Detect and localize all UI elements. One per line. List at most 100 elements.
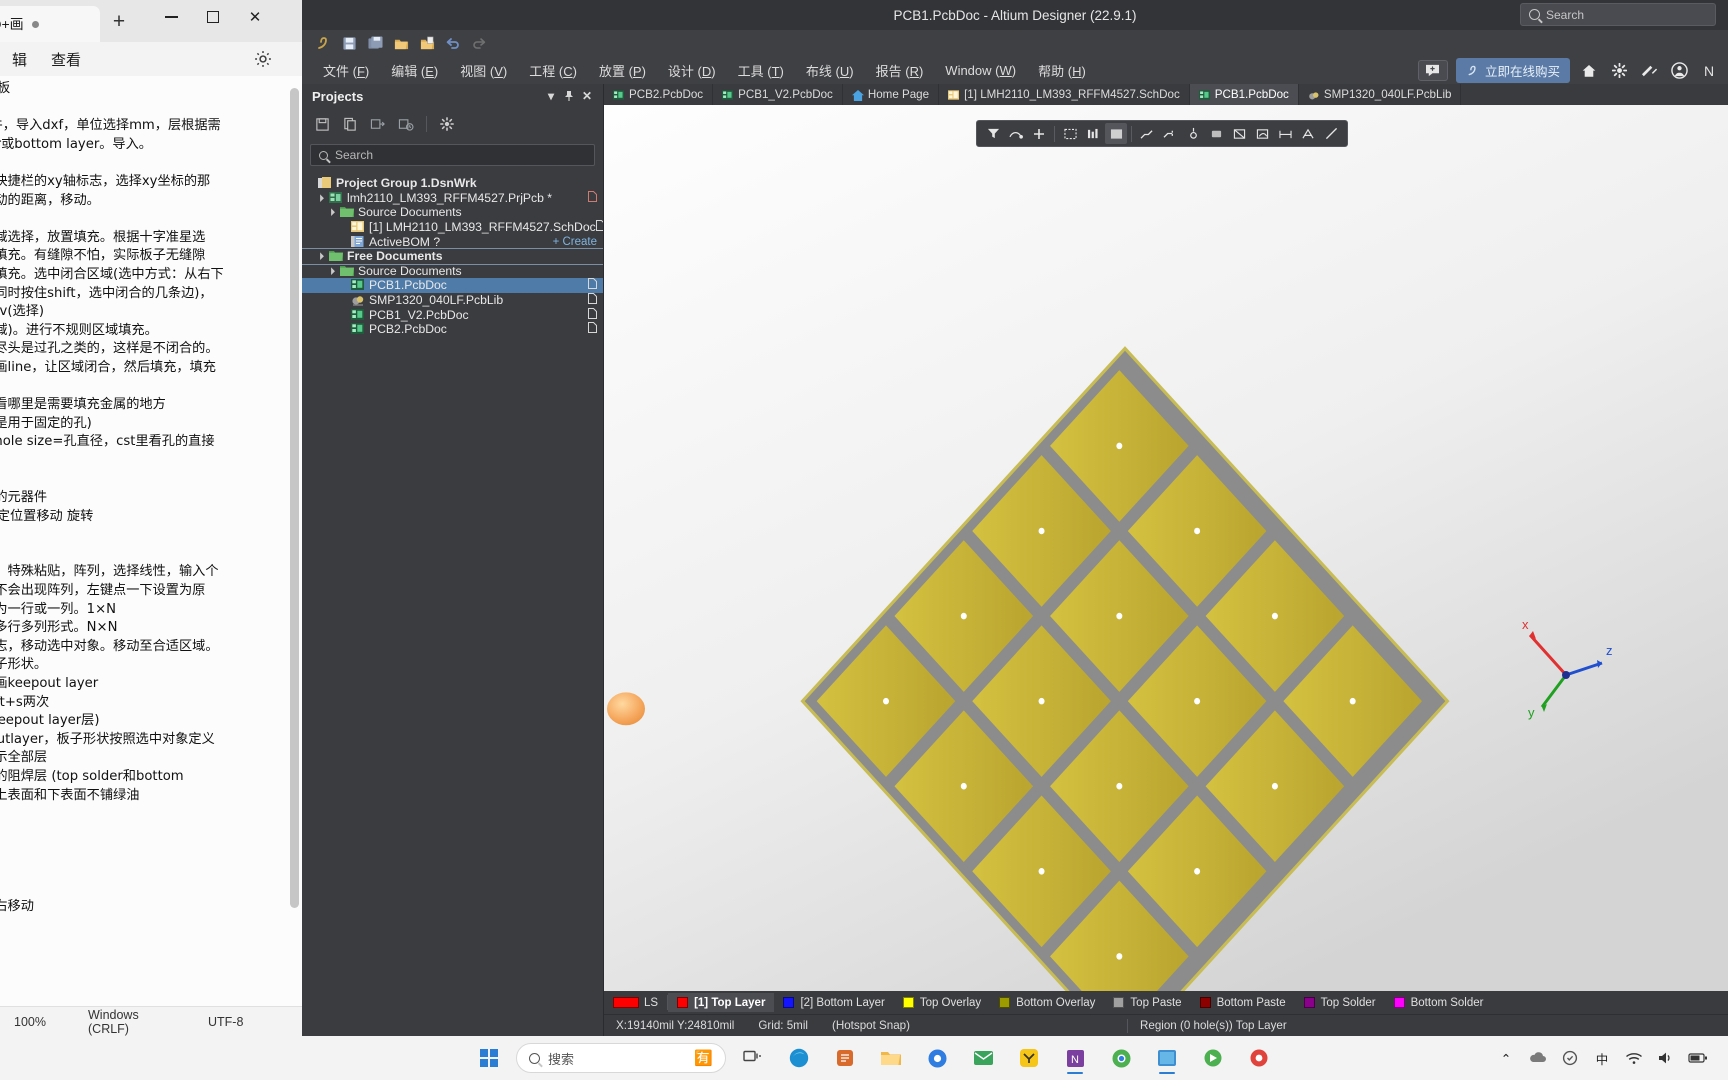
layer-tab[interactable]: Top Paste [1104, 993, 1190, 1012]
menu-window[interactable]: Window (W) [934, 63, 1027, 78]
document-status-icon[interactable] [588, 190, 597, 205]
battery-icon[interactable] [1688, 1048, 1708, 1068]
pin-icon[interactable] [561, 87, 577, 104]
menu-view[interactable]: 视图 (V) [449, 61, 518, 80]
via-icon[interactable] [1182, 123, 1204, 144]
minimize-button[interactable] [148, 0, 194, 34]
expand-arrow-icon[interactable]: ◢ [314, 250, 327, 263]
text-icon[interactable] [1297, 123, 1319, 144]
home-icon[interactable] [1578, 60, 1600, 82]
task-view-icon[interactable] [734, 1041, 772, 1075]
tree-item[interactable]: ◢ Source Documents [302, 264, 603, 279]
menu-reports[interactable]: 报告 (R) [865, 61, 935, 80]
altium-icon[interactable] [1148, 1041, 1186, 1075]
document-status-icon[interactable] [588, 322, 597, 336]
menu-design[interactable]: 设计 (D) [657, 61, 727, 80]
global-search-box[interactable]: Search [1520, 3, 1716, 26]
redo-icon[interactable] [468, 33, 490, 53]
store-icon[interactable] [826, 1041, 864, 1075]
save-icon[interactable] [338, 33, 360, 53]
misc-icon[interactable] [1194, 1041, 1232, 1075]
editor-line-ending[interactable]: Windows (CRLF) [74, 1008, 194, 1036]
document-status-icon[interactable] [588, 278, 597, 292]
close-button[interactable]: ✕ [232, 0, 278, 34]
expand-arrow-icon[interactable]: ◢ [325, 206, 338, 219]
chevron-up-icon[interactable]: ⌃ [1496, 1048, 1516, 1068]
polygon-icon[interactable] [1228, 123, 1250, 144]
menu-help[interactable]: 帮助 (H) [1027, 61, 1097, 80]
filter-icon[interactable] [982, 123, 1004, 144]
editor-text-area[interactable]: emo板 b文件，导入dxf，单位选择mm，层根据需 layer或bottom … [0, 76, 302, 1006]
search-input[interactable]: 搜索 🈶 [516, 1043, 726, 1073]
fill-icon[interactable] [1105, 123, 1127, 144]
player-icon[interactable] [1240, 1041, 1278, 1075]
gear-icon[interactable] [252, 48, 274, 70]
tree-item[interactable]: PCB1_V2.PcbDoc [302, 307, 603, 322]
align-icon[interactable] [1082, 123, 1104, 144]
volume-icon[interactable] [1656, 1048, 1676, 1068]
yy-icon[interactable] [1010, 1041, 1048, 1075]
document-tab[interactable]: Home Page [843, 84, 940, 105]
close-icon[interactable]: ✕ [579, 87, 595, 104]
document-tab[interactable]: PCB1.PcbDoc [1189, 84, 1299, 105]
onenote-icon[interactable]: N [1056, 1041, 1094, 1075]
open-icon[interactable] [390, 33, 412, 53]
pcb-canvas[interactable]: x y z [604, 105, 1728, 991]
copy-icon[interactable] [340, 114, 360, 134]
layer-tab[interactable]: LS [608, 993, 667, 1012]
save-icon[interactable] [312, 114, 332, 134]
editor-content[interactable]: emo板 b文件，导入dxf，单位选择mm，层根据需 layer或bottom … [0, 80, 298, 935]
component-icon[interactable] [1205, 123, 1227, 144]
editor-menu-edit[interactable]: 辑 [0, 49, 39, 70]
tree-item[interactable]: Project Group 1.DsnWrk [302, 176, 603, 191]
pcb-board-graphic[interactable] [604, 105, 1728, 991]
layer-tab[interactable]: Top Solder [1295, 993, 1385, 1012]
dimension-icon[interactable] [1274, 123, 1296, 144]
layer-tab[interactable]: Bottom Solder [1385, 993, 1493, 1012]
add-icon[interactable] [1028, 123, 1050, 144]
editor-encoding[interactable]: UTF-8 [194, 1015, 257, 1029]
menu-route[interactable]: 布线 (U) [795, 61, 865, 80]
wifi-icon[interactable] [1624, 1048, 1644, 1068]
document-status-icon[interactable] [588, 293, 597, 307]
menu-edit[interactable]: 编辑 (E) [380, 61, 449, 80]
compile-icon[interactable] [368, 114, 388, 134]
history-icon[interactable] [396, 114, 416, 134]
document-status-icon[interactable] [595, 220, 603, 234]
explorer-icon[interactable] [872, 1041, 910, 1075]
tree-item[interactable]: ◢ lmh2110_LM393_RFFM4527.PrjPcb * [302, 190, 603, 206]
layer-tab[interactable]: Top Overlay [894, 993, 990, 1012]
select-rect-icon[interactable] [1059, 123, 1081, 144]
route-net-icon[interactable] [1159, 123, 1181, 144]
tree-item[interactable]: PCB2.PcbDoc [302, 322, 603, 337]
tree-item[interactable]: ◢ Source Documents [302, 205, 603, 220]
net-icon[interactable] [1005, 123, 1027, 144]
undo-icon[interactable] [442, 33, 464, 53]
layer-tab[interactable]: [1] Top Layer [668, 993, 775, 1012]
menu-file[interactable]: 文件 (F) [312, 61, 380, 80]
create-link[interactable]: + Create [553, 236, 597, 248]
layer-tab[interactable]: [2] Bottom Layer [774, 993, 893, 1012]
tree-item[interactable]: SMP1320_040LF.PcbLib [302, 293, 603, 308]
editor-scrollbar[interactable] [290, 78, 299, 960]
document-tab[interactable]: [1] LMH2110_LM393_RFFM4527.SchDoc [939, 84, 1190, 105]
windows-start-icon[interactable] [470, 1041, 508, 1075]
editor-menu-view[interactable]: 查看 [39, 49, 93, 70]
notifications-icon[interactable] [1638, 60, 1660, 82]
chat-icon[interactable] [1417, 60, 1448, 81]
expand-arrow-icon[interactable]: ◢ [314, 192, 327, 205]
menu-icon[interactable]: N [1698, 60, 1720, 82]
tree-item[interactable]: ◢ Free Documents [302, 247, 603, 265]
route-icon[interactable] [1136, 123, 1158, 144]
layer-tab[interactable]: Bottom Paste [1191, 993, 1295, 1012]
document-tab[interactable]: SMP1320_040LF.PcbLib [1299, 84, 1462, 105]
chrome-icon[interactable] [1102, 1041, 1140, 1075]
edge-icon[interactable] [780, 1041, 818, 1075]
account-icon[interactable] [1668, 60, 1690, 82]
layer-tab[interactable]: Bottom Overlay [990, 993, 1104, 1012]
open-project-icon[interactable] [416, 33, 438, 53]
editor-scrollbar-thumb[interactable] [290, 88, 299, 908]
line-icon[interactable] [1320, 123, 1342, 144]
chevron-down-icon[interactable]: ▾ [543, 87, 559, 104]
menu-place[interactable]: 放置 (P) [588, 61, 657, 80]
